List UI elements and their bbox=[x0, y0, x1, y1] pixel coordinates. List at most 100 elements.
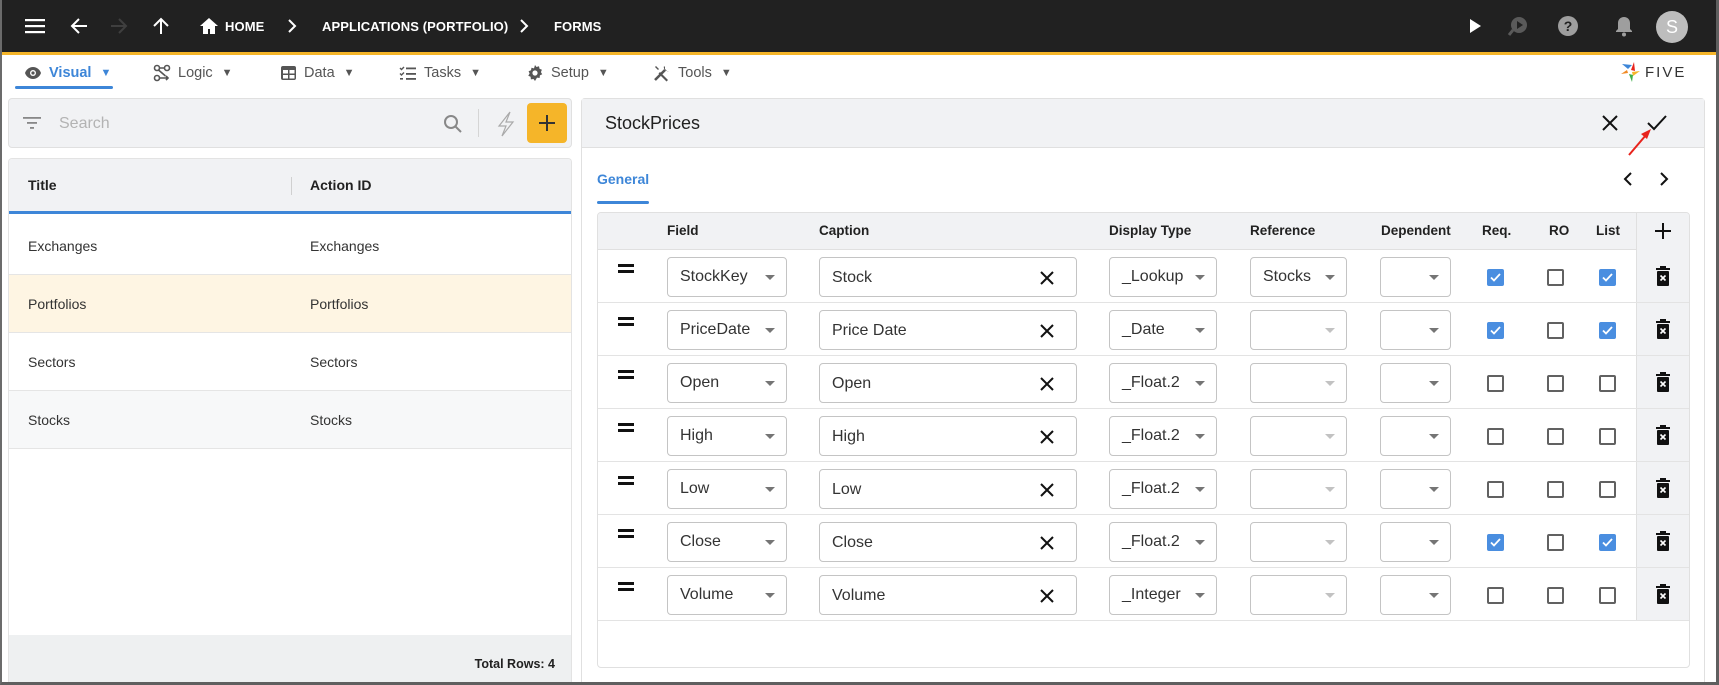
menu-tools[interactable]: Tools ▼ bbox=[653, 62, 732, 84]
list-checkbox[interactable] bbox=[1599, 322, 1616, 339]
display-type-select[interactable]: _Integer bbox=[1109, 575, 1217, 615]
menu-tasks[interactable]: Tasks ▼ bbox=[399, 62, 481, 84]
clear-icon[interactable] bbox=[1038, 534, 1056, 552]
reference-select[interactable] bbox=[1250, 469, 1347, 509]
drag-handle-icon[interactable] bbox=[618, 529, 634, 539]
column-resizer[interactable] bbox=[291, 177, 292, 195]
menu-visual[interactable]: Visual ▼ bbox=[24, 62, 111, 84]
forward-arrow-icon[interactable] bbox=[107, 14, 131, 38]
display-type-select[interactable]: _Lookup bbox=[1109, 257, 1217, 297]
search-icon[interactable] bbox=[443, 114, 463, 134]
req-checkbox[interactable] bbox=[1487, 428, 1504, 445]
tab-next-button[interactable] bbox=[1658, 171, 1670, 187]
list-checkbox[interactable] bbox=[1599, 534, 1616, 551]
field-select[interactable]: StockKey bbox=[667, 257, 787, 297]
caption-input[interactable] bbox=[832, 532, 1012, 554]
reference-select[interactable] bbox=[1250, 416, 1347, 456]
reference-select[interactable] bbox=[1250, 522, 1347, 562]
drag-handle-icon[interactable] bbox=[618, 582, 634, 592]
column-header-title[interactable]: Title bbox=[28, 177, 57, 193]
breadcrumb-applications[interactable]: APPLICATIONS (PORTFOLIO) bbox=[322, 19, 508, 34]
req-checkbox[interactable] bbox=[1487, 481, 1504, 498]
dependent-select[interactable] bbox=[1380, 257, 1451, 297]
list-row[interactable]: Stocks Stocks bbox=[9, 391, 571, 449]
help-icon[interactable]: ? bbox=[1556, 14, 1580, 38]
display-type-select[interactable]: _Float.2 bbox=[1109, 522, 1217, 562]
dependent-select[interactable] bbox=[1380, 469, 1451, 509]
delete-icon[interactable] bbox=[1655, 531, 1671, 551]
bell-icon[interactable] bbox=[1612, 14, 1636, 38]
reference-select[interactable]: Stocks bbox=[1250, 257, 1347, 297]
list-checkbox[interactable] bbox=[1599, 269, 1616, 286]
field-select[interactable]: High bbox=[667, 416, 787, 456]
clear-icon[interactable] bbox=[1038, 587, 1056, 605]
avatar[interactable]: S bbox=[1656, 11, 1688, 43]
caption-input[interactable] bbox=[832, 373, 1012, 395]
delete-icon[interactable] bbox=[1655, 372, 1671, 392]
list-row[interactable]: Sectors Sectors bbox=[9, 333, 571, 391]
display-type-select[interactable]: _Date bbox=[1109, 310, 1217, 350]
drag-handle-icon[interactable] bbox=[618, 264, 634, 274]
field-select[interactable]: Open bbox=[667, 363, 787, 403]
menu-data[interactable]: Data ▼ bbox=[280, 62, 355, 84]
field-select[interactable]: Volume bbox=[667, 575, 787, 615]
list-checkbox[interactable] bbox=[1599, 428, 1616, 445]
filter-icon[interactable] bbox=[23, 116, 41, 130]
ro-checkbox[interactable] bbox=[1547, 269, 1564, 286]
display-type-select[interactable]: _Float.2 bbox=[1109, 416, 1217, 456]
ro-checkbox[interactable] bbox=[1547, 428, 1564, 445]
column-header-action-id[interactable]: Action ID bbox=[310, 177, 371, 193]
tab-prev-button[interactable] bbox=[1622, 171, 1634, 187]
field-select[interactable]: PriceDate bbox=[667, 310, 787, 350]
ro-checkbox[interactable] bbox=[1547, 587, 1564, 604]
req-checkbox[interactable] bbox=[1487, 269, 1504, 286]
dependent-select[interactable] bbox=[1380, 522, 1451, 562]
breadcrumb-home[interactable]: HOME bbox=[225, 19, 264, 34]
menu-icon[interactable] bbox=[23, 14, 47, 38]
delete-icon[interactable] bbox=[1655, 425, 1671, 445]
list-checkbox[interactable] bbox=[1599, 587, 1616, 604]
caption-input[interactable] bbox=[832, 320, 1012, 342]
list-row[interactable]: Portfolios Portfolios bbox=[9, 275, 571, 333]
add-button[interactable] bbox=[527, 103, 567, 143]
ro-checkbox[interactable] bbox=[1547, 322, 1564, 339]
close-button[interactable] bbox=[1600, 113, 1620, 133]
delete-icon[interactable] bbox=[1655, 266, 1671, 286]
ro-checkbox[interactable] bbox=[1547, 375, 1564, 392]
play-icon[interactable] bbox=[1463, 14, 1487, 38]
list-checkbox[interactable] bbox=[1599, 375, 1616, 392]
display-type-select[interactable]: _Float.2 bbox=[1109, 469, 1217, 509]
display-type-select[interactable]: _Float.2 bbox=[1109, 363, 1217, 403]
drag-handle-icon[interactable] bbox=[618, 423, 634, 433]
clear-icon[interactable] bbox=[1038, 428, 1056, 446]
list-row[interactable]: Exchanges Exchanges bbox=[9, 217, 571, 275]
dependent-select[interactable] bbox=[1380, 575, 1451, 615]
ro-checkbox[interactable] bbox=[1547, 534, 1564, 551]
menu-setup[interactable]: Setup ▼ bbox=[526, 62, 609, 84]
delete-icon[interactable] bbox=[1655, 584, 1671, 604]
clear-icon[interactable] bbox=[1038, 481, 1056, 499]
clear-icon[interactable] bbox=[1038, 322, 1056, 340]
up-arrow-icon[interactable] bbox=[149, 14, 173, 38]
req-checkbox[interactable] bbox=[1487, 534, 1504, 551]
dependent-select[interactable] bbox=[1380, 416, 1451, 456]
dependent-select[interactable] bbox=[1380, 310, 1451, 350]
list-checkbox[interactable] bbox=[1599, 481, 1616, 498]
tab-general[interactable]: General bbox=[597, 171, 649, 187]
add-field-button[interactable] bbox=[1654, 222, 1672, 240]
reference-select[interactable] bbox=[1250, 363, 1347, 403]
clear-icon[interactable] bbox=[1038, 269, 1056, 287]
delete-icon[interactable] bbox=[1655, 319, 1671, 339]
req-checkbox[interactable] bbox=[1487, 375, 1504, 392]
dependent-select[interactable] bbox=[1380, 363, 1451, 403]
caption-input[interactable] bbox=[832, 585, 1012, 607]
menu-logic[interactable]: Logic ▼ bbox=[153, 62, 233, 84]
ro-checkbox[interactable] bbox=[1547, 481, 1564, 498]
reference-select[interactable] bbox=[1250, 310, 1347, 350]
drag-handle-icon[interactable] bbox=[618, 370, 634, 380]
req-checkbox[interactable] bbox=[1487, 587, 1504, 604]
field-select[interactable]: Close bbox=[667, 522, 787, 562]
search-input[interactable] bbox=[59, 111, 439, 137]
lightning-icon[interactable] bbox=[495, 111, 517, 137]
drag-handle-icon[interactable] bbox=[618, 476, 634, 486]
